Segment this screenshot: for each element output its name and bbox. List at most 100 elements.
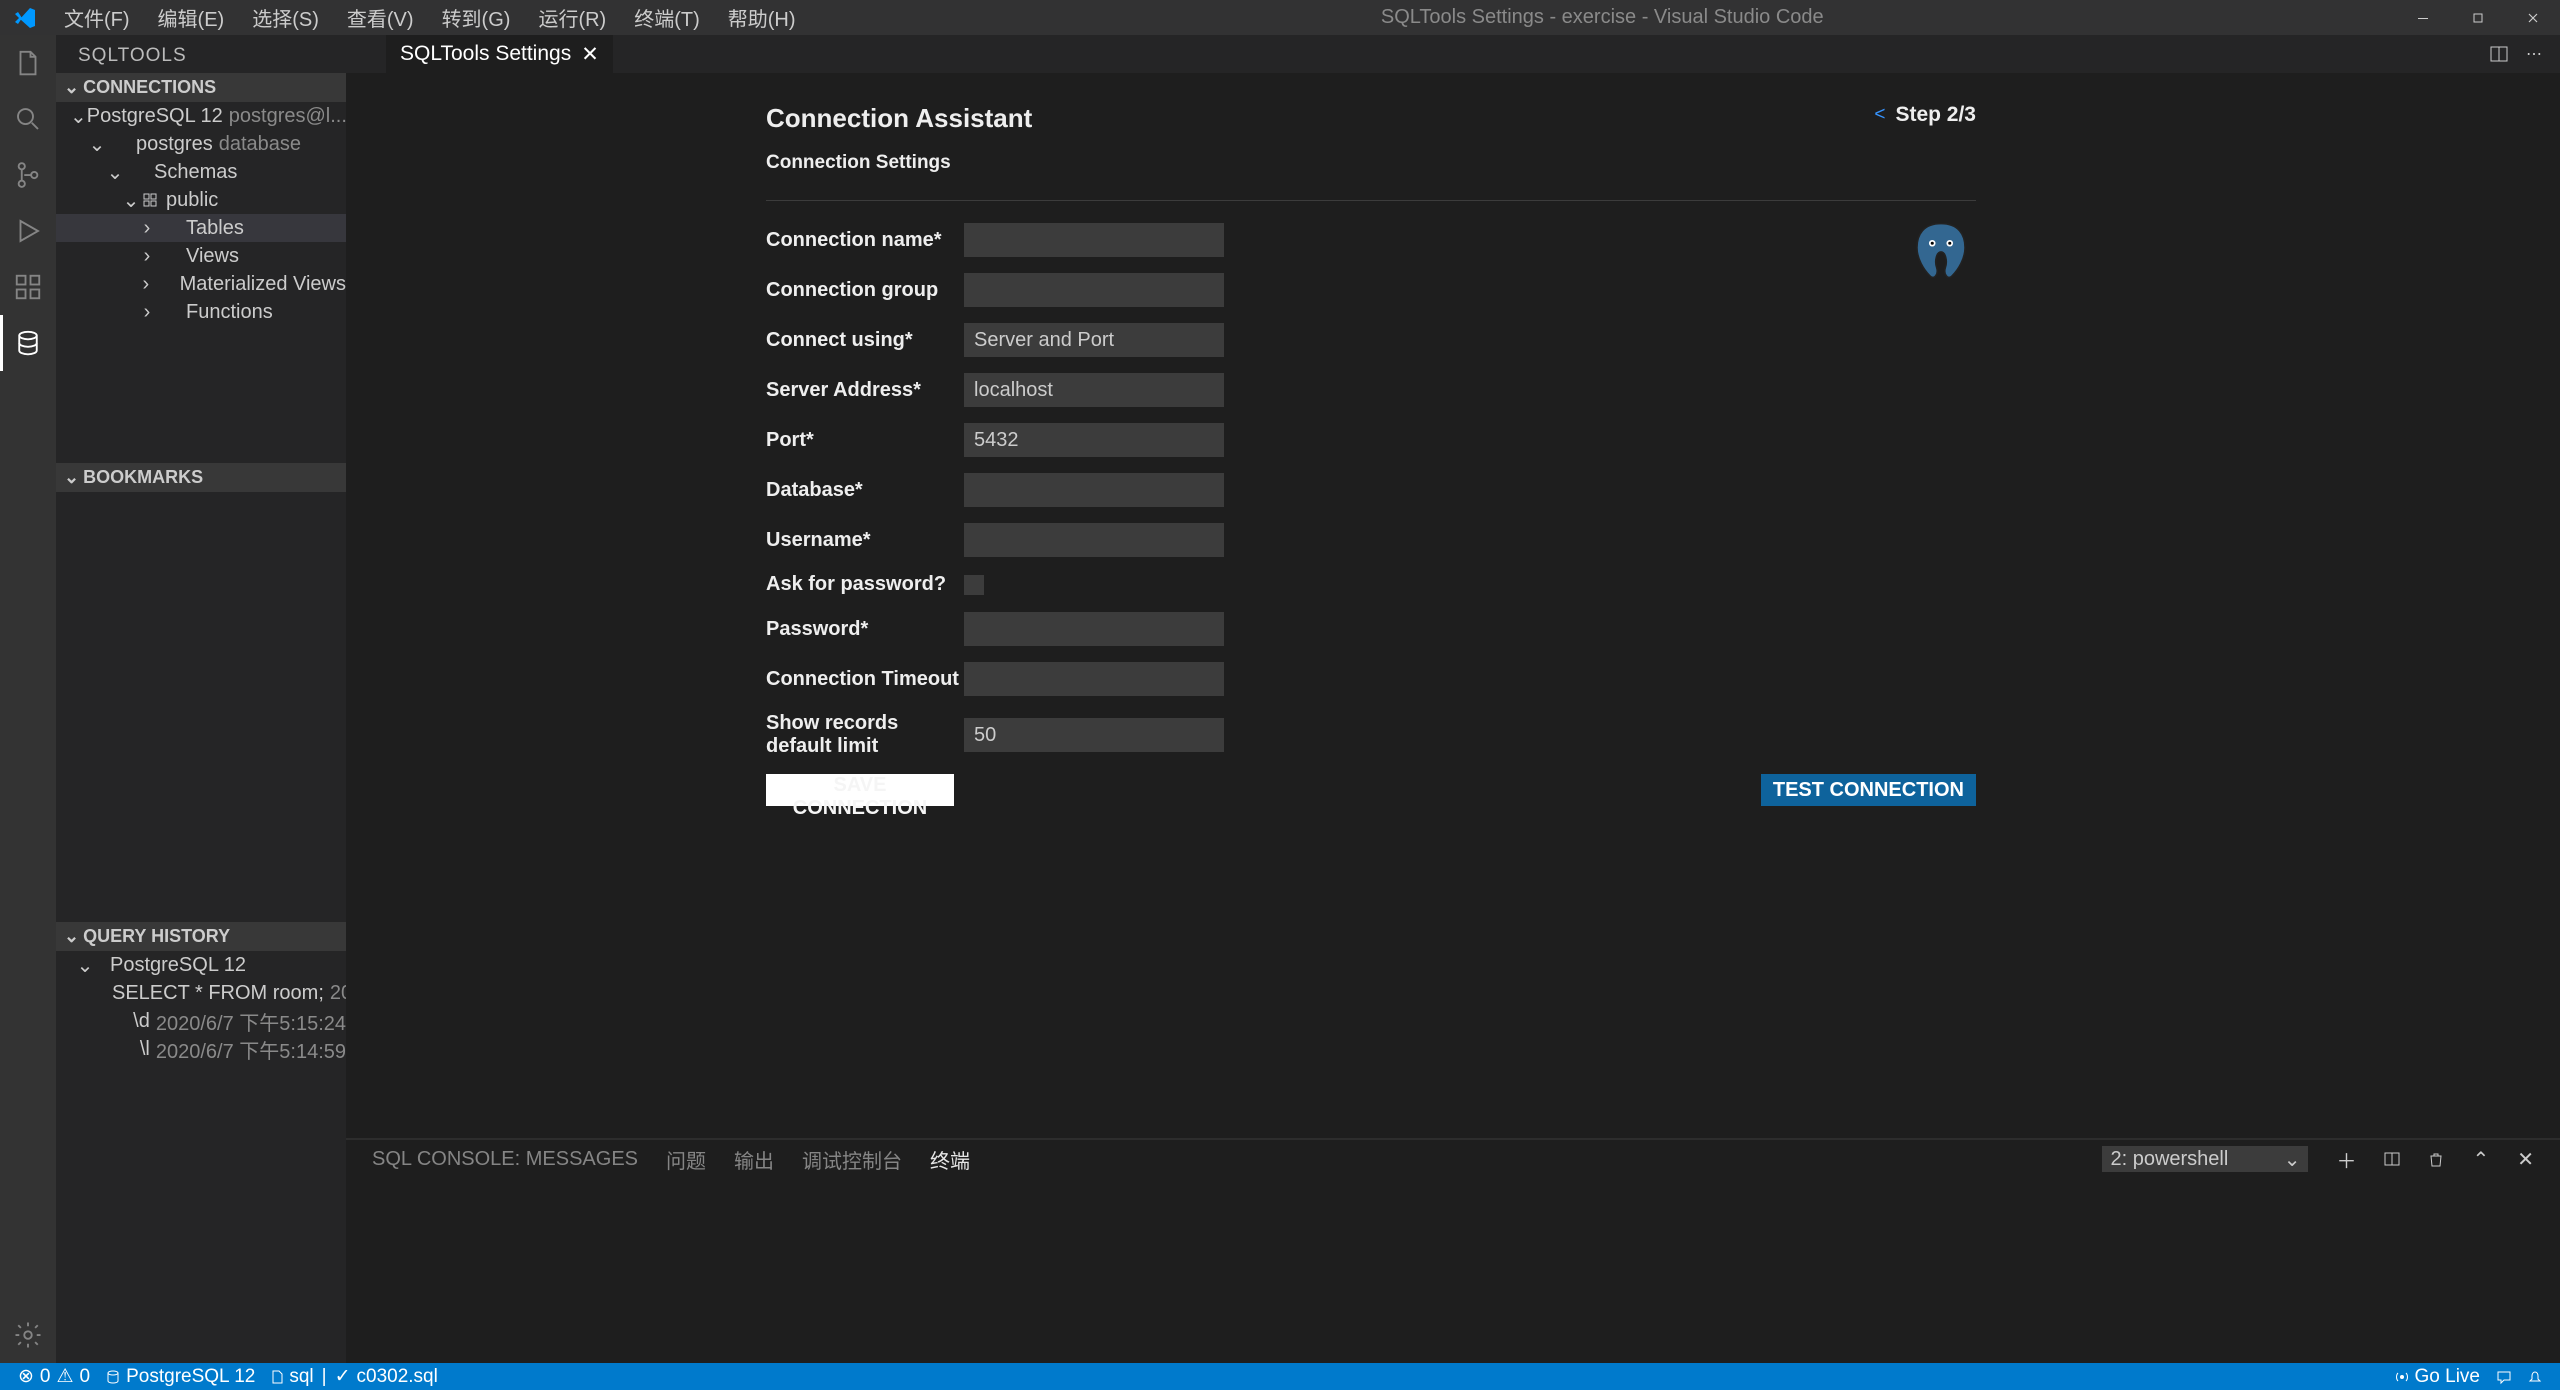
input-timeout[interactable] [964,662,1224,696]
panel-header-query-history[interactable]: ⌄QUERY HISTORY [56,922,346,951]
sidebar: SQLTOOLS ⌄CONNECTIONS ⌄ PostgreSQL 12 po… [56,35,346,1363]
menu-view[interactable]: 查看(V) [333,3,428,32]
section-label: Connection Settings [766,152,1976,174]
terminal-tab-sql-console[interactable]: SQL CONSOLE: MESSAGES [372,1148,638,1171]
activity-explorer[interactable] [0,35,56,91]
activity-sqltools[interactable] [0,315,56,371]
chevron-right-icon: › [138,217,156,240]
tree-schemas[interactable]: ⌄ Schemas [56,158,346,186]
status-db[interactable]: PostgreSQL 12 [98,1366,263,1388]
chevron-down-icon: ⌄ [70,104,87,129]
label-connect-using: Connect using* [766,329,964,352]
terminal-tab-problems[interactable]: 问题 [666,1145,706,1174]
tree-public[interactable]: ⌄ public [56,186,346,214]
chevron-right-icon: › [138,245,156,268]
status-bell[interactable] [2520,1370,2550,1384]
maximize-button[interactable] [2450,0,2505,35]
input-record-limit[interactable]: 50 [964,718,1224,752]
terminal-tab-debug[interactable]: 调试控制台 [802,1145,902,1174]
menu-select[interactable]: 选择(S) [238,3,333,32]
terminal-body[interactable] [346,1178,2560,1363]
chevron-down-icon: ⌄ [76,953,94,978]
kill-terminal-icon[interactable] [2428,1151,2444,1167]
chevron-up-icon[interactable]: ⌃ [2472,1147,2489,1172]
menu-help[interactable]: 帮助(H) [714,3,810,32]
input-port[interactable]: 5432 [964,423,1224,457]
input-connection-name[interactable] [964,223,1224,257]
new-terminal-icon[interactable]: ＋ [2336,1145,2356,1174]
activity-debug[interactable] [0,203,56,259]
back-button[interactable]: < [1874,104,1885,126]
menu-run[interactable]: 运行(R) [524,3,620,32]
status-lang[interactable]: sql [263,1366,321,1388]
status-errors-warnings[interactable]: ⊗0 ⚠0 [10,1365,98,1388]
input-database[interactable] [964,473,1224,507]
chevron-down-icon: ⌄ [122,188,140,213]
vscode-logo [0,6,50,30]
postgresql-logo [1906,217,1976,287]
activity-search[interactable] [0,91,56,147]
split-terminal-icon[interactable] [2384,1151,2400,1167]
split-editor-icon[interactable] [2490,45,2508,63]
minimize-button[interactable] [2395,0,2450,35]
status-go-live[interactable]: Go Live [2387,1366,2488,1388]
select-connect-using[interactable]: Server and Port [964,323,1224,357]
activity-extensions[interactable] [0,259,56,315]
checkbox-ask-password[interactable] [964,575,984,595]
activity-bar [0,35,56,1363]
input-connection-group[interactable] [964,273,1224,307]
save-connection-button[interactable]: SAVE CONNECTION [766,774,954,806]
terminal-panel: SQL CONSOLE: MESSAGES 问题 输出 调试控制台 终端 2: … [346,1138,2560,1363]
qh-entry-0[interactable]: SELECT * FROM room; 2020/... [56,979,346,1007]
chevron-down-icon: ⌄ [64,467,79,488]
panel-connections: ⌄CONNECTIONS ⌄ PostgreSQL 12 postgres@l.… [56,73,346,326]
tree-server[interactable]: ⌄ PostgreSQL 12 postgres@l... [56,102,346,130]
panel-header-connections[interactable]: ⌄CONNECTIONS [56,73,346,102]
chevron-down-icon: ⌄ [64,77,79,98]
more-icon[interactable]: ⋯ [2526,44,2542,64]
server-detail: postgres@l... [229,105,346,128]
panel-bookmarks: ⌄BOOKMARKS [56,463,346,922]
chevron-down-icon: ⌄ [88,132,106,157]
db-detail: database [219,133,301,156]
input-username[interactable] [964,523,1224,557]
status-file[interactable]: ✓ c0302.sql [327,1365,446,1388]
panel-header-bookmarks[interactable]: ⌄BOOKMARKS [56,463,346,492]
step-indicator: < Step 2/3 [1874,103,1976,127]
menu-edit[interactable]: 编辑(E) [144,3,239,32]
menu-terminal[interactable]: 终端(T) [620,3,714,32]
close-icon[interactable]: ✕ [581,42,599,67]
terminal-tab-output[interactable]: 输出 [734,1145,774,1174]
tree-functions[interactable]: › Functions [56,298,346,326]
tree-tables[interactable]: › Tables [56,214,346,242]
terminal-selector[interactable]: 2: powershell⌄ [2102,1146,2308,1172]
close-icon[interactable]: ✕ [2517,1147,2534,1172]
test-connection-button[interactable]: TEST CONNECTION [1761,774,1976,806]
menu-file[interactable]: 文件(F) [50,3,144,32]
input-server-address[interactable]: localhost [964,373,1224,407]
activity-source-control[interactable] [0,147,56,203]
input-password[interactable] [964,612,1224,646]
menu-goto[interactable]: 转到(G) [428,3,525,32]
tree-views[interactable]: › Views [56,242,346,270]
label-timeout: Connection Timeout [766,668,964,691]
tab-sqltools-settings[interactable]: SQLTools Settings ✕ [386,35,613,73]
qh-entry-2[interactable]: \l 2020/6/7 下午5:14:59 [56,1035,346,1063]
activity-settings[interactable] [0,1307,56,1363]
feedback-icon [2496,1369,2512,1385]
close-button[interactable] [2505,0,2560,35]
tree-database[interactable]: ⌄ postgres database [56,130,346,158]
schema-icon [140,192,160,208]
tree-mat-views[interactable]: › Materialized Views [56,270,346,298]
status-bar: ⊗0 ⚠0 PostgreSQL 12 sql | ✓ c0302.sql Go… [0,1363,2560,1390]
label-database: Database* [766,479,964,502]
label-record-limit: Show records default limit [766,712,964,758]
bell-icon [2528,1370,2542,1384]
window-title: SQLTools Settings - exercise - Visual St… [810,6,2395,29]
status-feedback[interactable] [2488,1369,2520,1385]
warning-icon: ⚠ [57,1365,74,1388]
qh-server[interactable]: ⌄ PostgreSQL 12 [56,951,346,979]
qh-entry-1[interactable]: \d 2020/6/7 下午5:15:24 [56,1007,346,1035]
tab-bar: SQLTools Settings ✕ ⋯ [346,35,2560,73]
terminal-tab-terminal[interactable]: 终端 [930,1145,970,1174]
